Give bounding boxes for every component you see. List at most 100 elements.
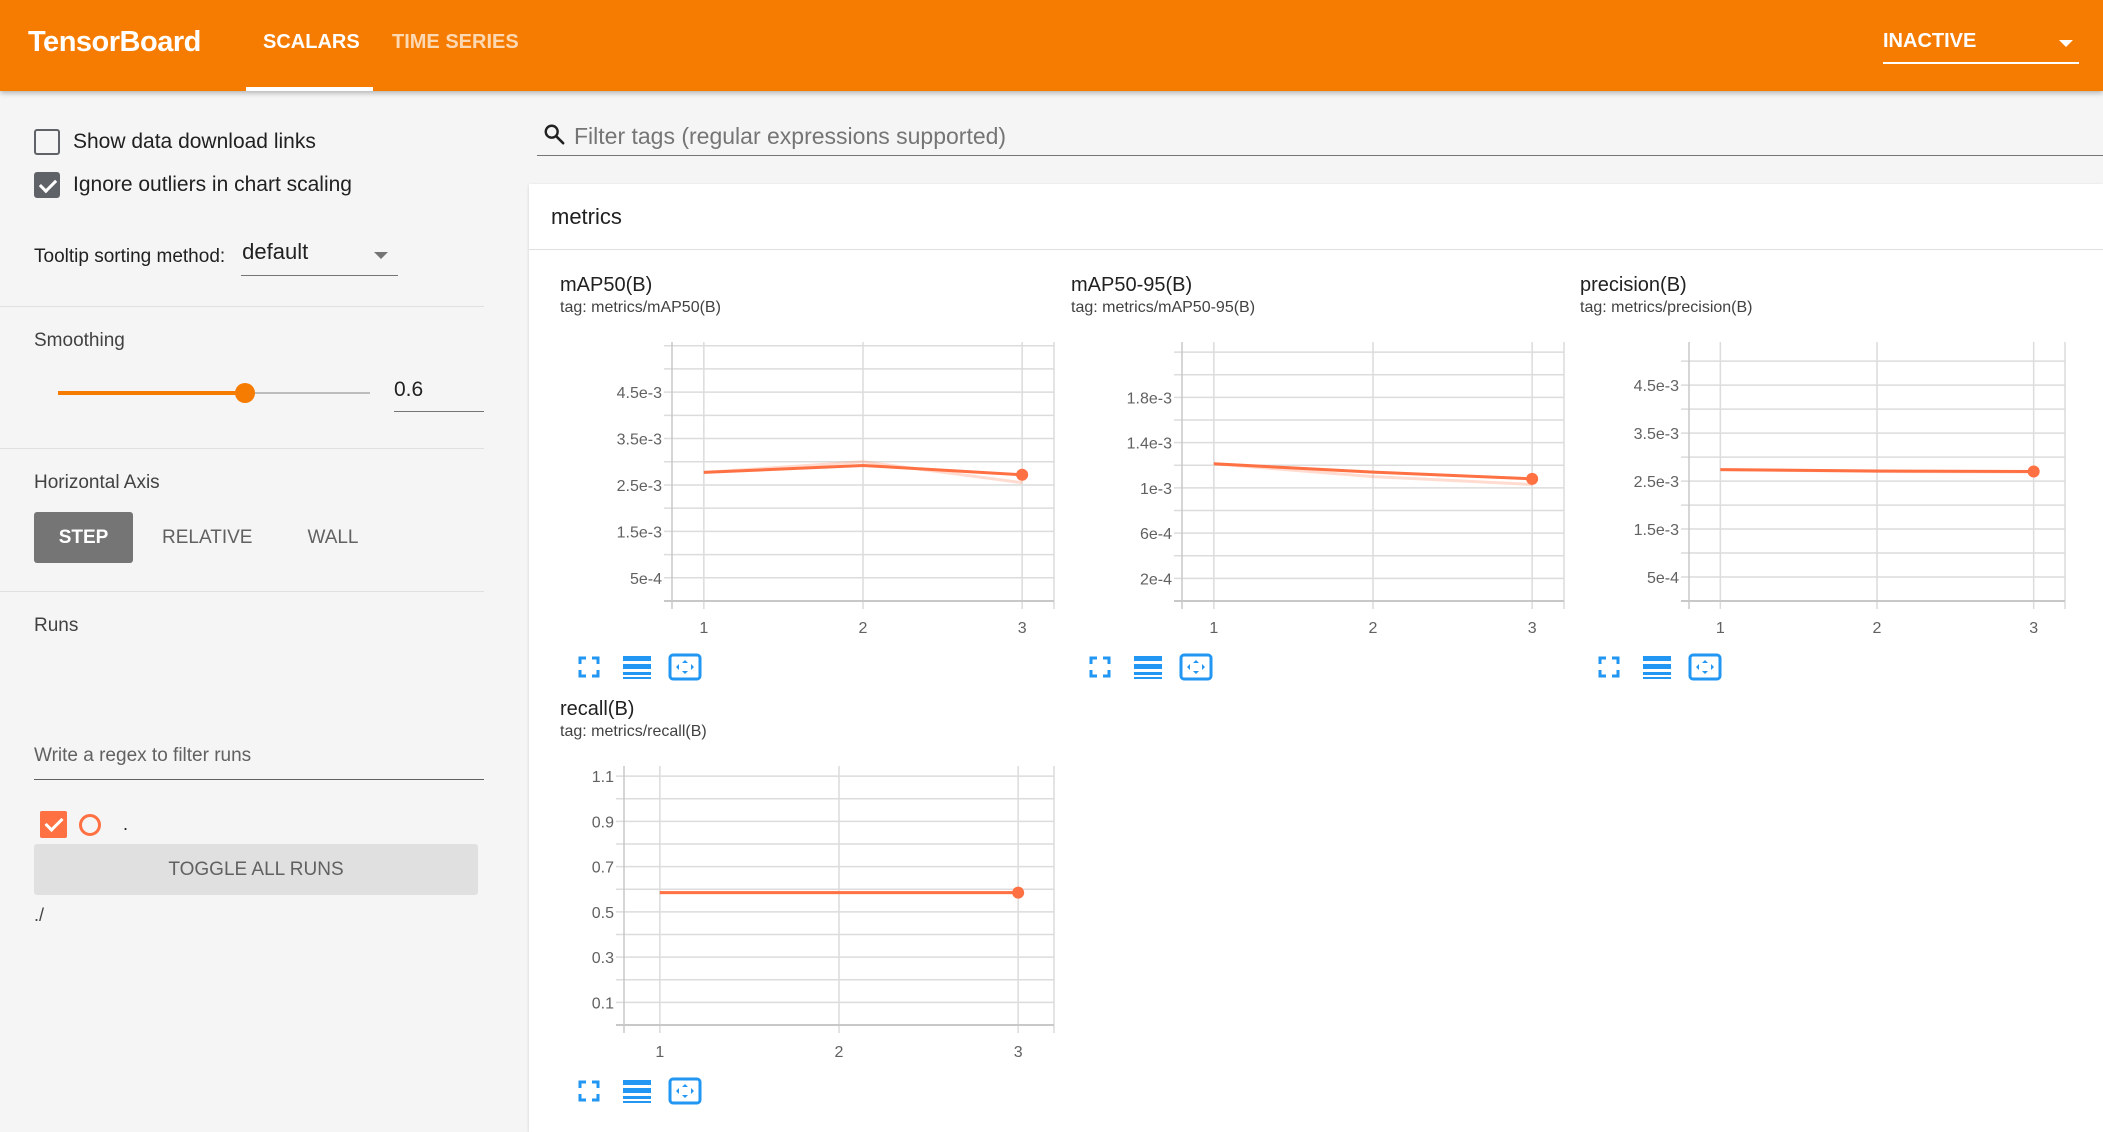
top-app-bar: TensorBoard SCALARS TIME SERIES INACTIVE [0,0,2103,91]
y-tick-label: 3.5e-3 [1634,426,1679,443]
chart-plot[interactable]: 1 2 3 2e-4 6e-4 1e-3 1.4e-3 1.8e-3 [1071,274,1571,654]
run-checkbox-checked-icon[interactable] [40,811,67,838]
tab-scalars[interactable]: SCALARS [263,31,360,54]
sidebar-divider [0,591,484,592]
smoothing-slider[interactable] [58,383,370,403]
log-scale-button[interactable] [1640,652,1674,682]
runs-filter-input[interactable]: Write a regex to filter runs [34,740,484,780]
run-list-item: . [40,811,128,838]
y-tick-label: 1e-3 [1140,481,1172,498]
chart-card-precision: precision(B) tag: metrics/precision(B) 1 2 3… [1580,274,2080,694]
y-tick-label: 2.5e-3 [617,478,662,495]
y-tick-label: 5e-4 [1647,570,1679,587]
chart-actions [1083,652,1227,682]
runs-title: Runs [34,615,79,636]
x-tick-label: 2 [1873,620,1882,637]
log-scale-button[interactable] [620,1076,654,1106]
tooltip-sorting-value: default [242,239,309,264]
x-tick-label: 3 [1014,1044,1023,1061]
fit-domain-button[interactable] [1179,652,1213,682]
chart-actions [1592,652,1736,682]
y-tick-label: 1.5e-3 [617,524,662,541]
checkbox-unchecked-icon[interactable] [34,129,60,155]
axis-relative-button[interactable]: RELATIVE [136,512,278,563]
toggle-log-scale-icon [623,656,651,679]
log-scale-button[interactable] [1131,652,1165,682]
y-tick-label: 0.3 [592,950,614,967]
fullscreen-button[interactable] [1592,652,1626,682]
x-tick-label: 3 [2029,620,2038,637]
chart-card-map50: mAP50(B) tag: metrics/mAP50(B) 1 2 3 5e-4 1.5e… [560,274,1060,694]
fit-domain-button[interactable] [668,1076,702,1106]
runs-data-location: ./ [34,905,45,925]
sidebar-divider [0,306,484,307]
y-tick-label: 5e-4 [630,571,662,588]
tooltip-sorting-label: Tooltip sorting method: [34,246,226,267]
x-tick-label: 1 [1716,620,1725,637]
chart-plot[interactable]: 1 2 3 0.1 0.3 0.5 0.7 0.9 1.1 [560,698,1060,1078]
slider-thumb[interactable] [235,383,256,403]
y-tick-label: 4.5e-3 [617,385,662,402]
chevron-down-icon [374,252,389,259]
toggle-log-scale-icon [1134,656,1162,679]
slider-fill [58,391,246,395]
chart-actions [572,1076,716,1106]
ignore-outliers-label: Ignore outliers in chart scaling [73,173,352,196]
fullscreen-icon [578,1080,600,1102]
fit-domain-button[interactable] [668,652,702,682]
fullscreen-button[interactable] [1083,652,1117,682]
last-point-marker [2027,465,2040,478]
axis-wall-button[interactable]: WALL [281,512,384,563]
toggle-all-runs-button[interactable]: TOGGLE ALL RUNS [34,844,478,895]
y-tick-label: 0.7 [592,860,614,877]
chart-plot[interactable]: 1 2 3 5e-4 1.5e-3 2.5e-3 3.5e-3 4.5e-3 [560,274,1060,654]
checkbox-checked-icon[interactable] [34,172,60,198]
y-tick-label: 6e-4 [1140,526,1172,543]
x-tick-label: 1 [699,620,708,637]
horizontal-axis-toggle-group: STEP RELATIVE WALL [34,512,388,563]
tab-time-series[interactable]: TIME SERIES [392,31,519,54]
tooltip-sorting-row: Tooltip sorting method: default [34,236,399,276]
y-tick-label: 0.9 [592,814,614,831]
metrics-group-card: metrics mAP50(B) tag: metrics/mAP50(B) 1 2 3… [529,184,2103,1132]
axis-step-button[interactable]: STEP [34,512,133,563]
fit-domain-icon [1179,653,1213,681]
fullscreen-button[interactable] [572,652,606,682]
sidebar: Show data download links Ignore outliers… [0,91,529,1132]
horizontal-axis-title: Horizontal Axis [34,472,160,493]
chart-card-recall: recall(B) tag: metrics/recall(B) 1 2 3 0.1 0.3… [560,698,1060,1118]
group-header[interactable]: metrics [529,184,2103,250]
x-tick-label: 2 [835,1044,844,1061]
fullscreen-icon [578,656,600,678]
fullscreen-icon [1598,656,1620,678]
y-tick-label: 3.5e-3 [617,432,662,449]
run-color-circle-icon[interactable] [79,813,101,836]
fit-domain-icon [668,1077,702,1105]
search-icon [544,124,565,145]
smoothing-input[interactable]: 0.6 [394,374,484,412]
last-point-marker [1526,472,1539,485]
x-tick-label: 1 [1209,620,1218,637]
show-download-links-checkbox[interactable]: Show data download links [34,129,316,155]
x-tick-label: 2 [859,620,868,637]
y-tick-label: 0.5 [592,905,614,922]
ignore-outliers-checkbox[interactable]: Ignore outliers in chart scaling [34,172,352,198]
y-tick-label: 0.1 [592,995,614,1012]
sidebar-divider [0,448,484,449]
fullscreen-button[interactable] [572,1076,606,1106]
y-tick-label: 1.8e-3 [1127,390,1172,407]
tag-filter-input[interactable]: Filter tags (regular expressions support… [537,116,2103,156]
show-download-links-label: Show data download links [73,130,316,153]
tooltip-sorting-select[interactable]: default [241,236,399,276]
y-tick-label: 4.5e-3 [1634,378,1679,395]
smoothed-series-line [1720,468,2034,473]
fit-domain-button[interactable] [1688,652,1722,682]
chart-plot[interactable]: 1 2 3 5e-4 1.5e-3 2.5e-3 3.5e-3 4.5e-3 [1580,274,2080,654]
chart-card-map50-95: mAP50-95(B) tag: metrics/mAP50-95(B) 1 2 3 2e… [1071,274,1571,694]
x-tick-label: 3 [1018,620,1027,637]
log-scale-button[interactable] [620,652,654,682]
chevron-down-icon [2059,40,2073,47]
smoothing-title: Smoothing [34,330,125,351]
plugin-status-select[interactable]: INACTIVE [1883,24,2079,64]
active-tab-indicator [246,87,373,91]
